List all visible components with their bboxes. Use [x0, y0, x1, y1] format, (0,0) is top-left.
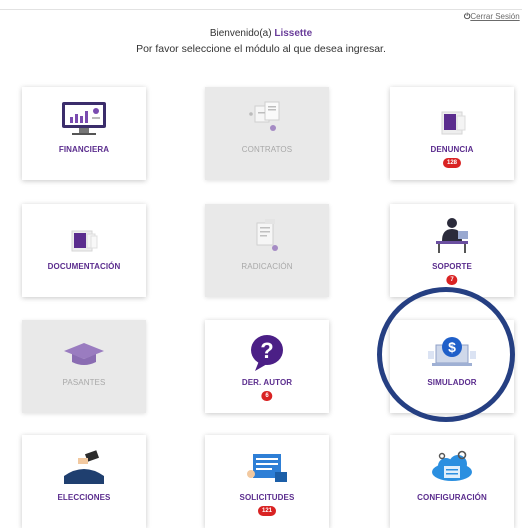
- documents-icon: [22, 217, 146, 255]
- question-bubble-icon: ?: [205, 333, 329, 371]
- module-label: PASANTES: [62, 378, 106, 387]
- filing-icon: [205, 217, 329, 255]
- module-label: FINANCIERA: [58, 145, 110, 154]
- ballot-box-icon: [22, 448, 146, 486]
- notification-badge: 7: [446, 275, 458, 285]
- notification-badge: 121: [257, 506, 277, 516]
- module-label: DER. AUTOR: [241, 378, 293, 387]
- svg-text:?: ?: [260, 338, 273, 363]
- module-label: CONFIGURACIÓN: [417, 493, 487, 502]
- module-elecciones[interactable]: ELECCIONES: [22, 435, 146, 528]
- module-label: DENUNCIA: [430, 145, 474, 154]
- module-der-autor[interactable]: ? DER. AUTOR 6: [205, 320, 329, 413]
- header-divider: [0, 9, 522, 10]
- module-label: DOCUMENTACIÓN: [47, 262, 121, 271]
- cloud-settings-icon: [390, 448, 514, 486]
- support-agent-icon: [390, 217, 514, 255]
- module-radicacion[interactable]: RADICACIÓN: [205, 204, 329, 297]
- module-solicitudes[interactable]: SOLICITUDES 121: [205, 435, 329, 528]
- module-pasantes[interactable]: PASANTES: [22, 320, 146, 413]
- module-soporte[interactable]: SOPORTE 7: [390, 204, 514, 297]
- logout-link[interactable]: ⏻Cerrar Sesión: [464, 12, 520, 22]
- module-denuncia[interactable]: DENUNCIA 128: [390, 87, 514, 180]
- module-label: ELECCIONES: [57, 493, 111, 502]
- requests-icon: [205, 448, 329, 486]
- module-label: SOPORTE: [432, 262, 472, 271]
- monitor-chart-icon: [22, 100, 146, 138]
- module-financiera[interactable]: FINANCIERA: [22, 87, 146, 180]
- instructions-text: Por favor seleccione el módulo al que de…: [136, 43, 386, 55]
- contract-docs-icon: [205, 100, 329, 138]
- module-configuracion[interactable]: CONFIGURACIÓN: [390, 435, 514, 528]
- highlight-circle-annotation: [377, 287, 515, 422]
- complaint-doc-icon: [390, 100, 514, 138]
- logout-label: Cerrar Sesión: [470, 12, 520, 21]
- module-label: SOLICITUDES: [239, 493, 295, 502]
- notification-badge: 128: [442, 158, 462, 168]
- module-documentacion[interactable]: DOCUMENTACIÓN: [22, 204, 146, 297]
- module-contratos[interactable]: CONTRATOS: [205, 87, 329, 180]
- module-label: CONTRATOS: [241, 145, 293, 154]
- user-name: Lissette: [274, 28, 313, 39]
- module-label: RADICACIÓN: [241, 262, 293, 271]
- welcome-prefix: Bienvenido(a): [209, 28, 272, 39]
- graduation-cap-icon: [22, 333, 146, 371]
- welcome-message: Bienvenido(a) Lissette: [0, 28, 522, 39]
- notification-badge: 6: [261, 391, 273, 401]
